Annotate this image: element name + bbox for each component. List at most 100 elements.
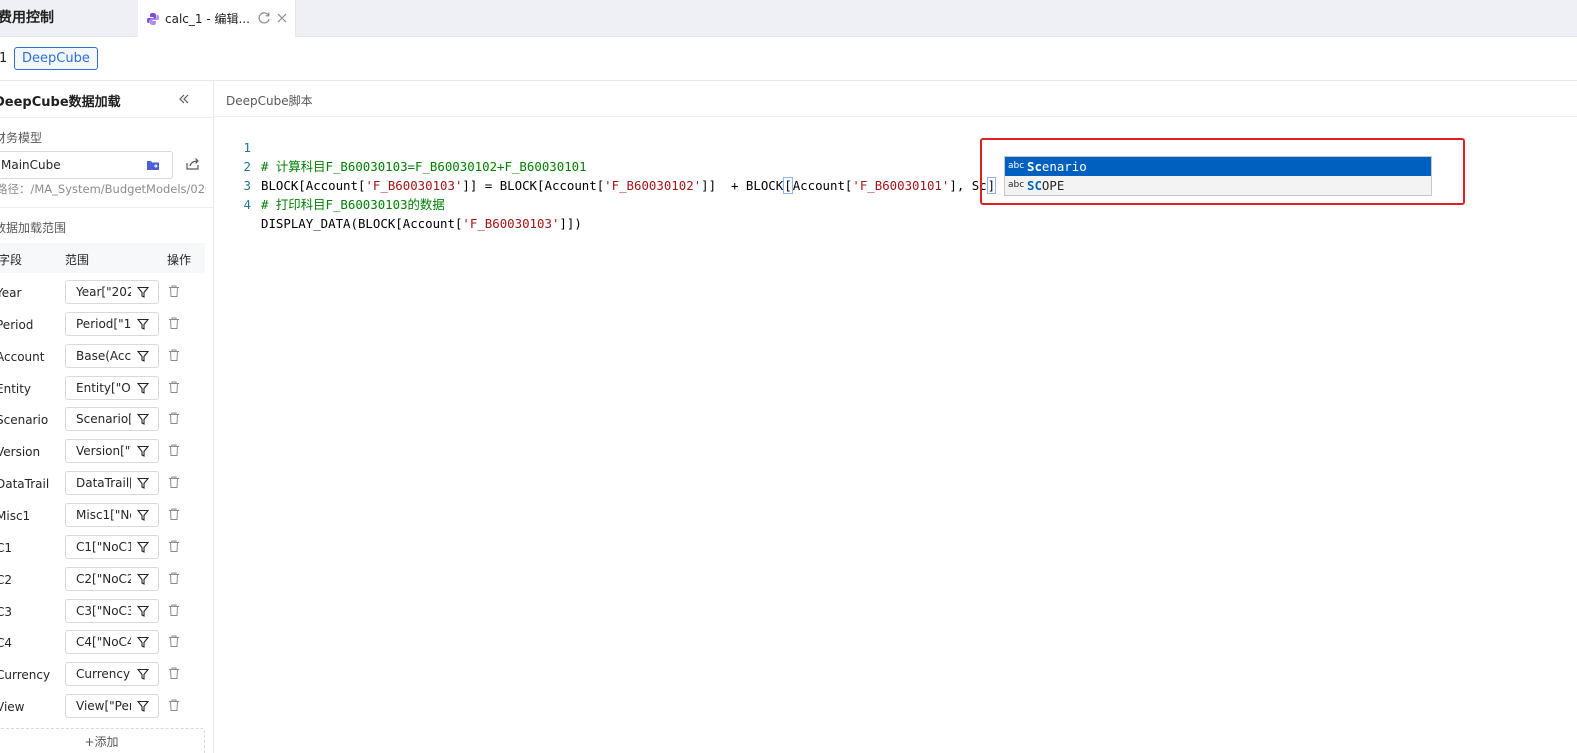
- row-field: Account: [0, 349, 45, 364]
- range-input[interactable]: C4["NoC4"]: [65, 630, 159, 655]
- delete-icon[interactable]: [167, 316, 181, 330]
- range-input[interactable]: DataTrail[": [65, 471, 159, 496]
- delete-icon[interactable]: [167, 348, 181, 362]
- range-value: DataTrail[": [76, 476, 131, 491]
- range-value: View["Periodic"]: [76, 699, 131, 714]
- range-input[interactable]: Misc1["NoMisc"]: [65, 502, 159, 527]
- range-value: Year["2025"]: [76, 285, 131, 299]
- range-input[interactable]: Version["V: [65, 439, 159, 464]
- range-value: C1["NoC1"]: [76, 539, 131, 554]
- range-input[interactable]: Currency[": [65, 662, 159, 687]
- top-tab-bar: 费用控制 calc_1 - 编辑...: [0, 0, 1577, 37]
- table-row: C1 C1["NoC1"]: [0, 532, 205, 564]
- filter-icon[interactable]: [136, 285, 150, 299]
- delete-icon[interactable]: [167, 475, 181, 489]
- delete-icon[interactable]: [167, 507, 181, 521]
- row-field: DataTrail: [0, 477, 50, 492]
- filter-icon[interactable]: [136, 349, 150, 363]
- range-value: C2["NoC2"]: [76, 571, 131, 586]
- panel-title: DeepCube数据加载: [0, 95, 121, 110]
- range-input[interactable]: C3["NoC3"]: [65, 598, 159, 623]
- range-value: Misc1["NoMisc"]: [76, 507, 131, 522]
- delete-icon[interactable]: [167, 411, 181, 425]
- range-input[interactable]: C1["NoC1"]: [65, 534, 159, 559]
- filter-icon[interactable]: [136, 476, 150, 490]
- filter-icon[interactable]: [136, 667, 150, 681]
- code-line[interactable]: 1 # 计算科目F_B60030103=F_B60030102+F_B60030…: [214, 119, 1577, 174]
- scope-label: 数据加载范围: [0, 221, 67, 235]
- row-field: View: [0, 700, 25, 715]
- filter-icon[interactable]: [136, 540, 150, 554]
- range-value: Entity["Org"]: [76, 380, 131, 395]
- delete-icon[interactable]: [167, 380, 181, 394]
- delete-icon[interactable]: [167, 634, 181, 648]
- delete-icon[interactable]: [167, 698, 181, 712]
- tab-calc-1[interactable]: calc_1 - 编辑...: [138, 0, 296, 37]
- table-row: Account Base(Account): [0, 341, 205, 373]
- deepcube-tag[interactable]: DeepCube: [14, 47, 98, 70]
- delete-icon[interactable]: [167, 443, 181, 457]
- col-range: 范围: [65, 253, 90, 267]
- row-field: Currency: [0, 668, 51, 683]
- filter-icon[interactable]: [136, 317, 150, 331]
- close-icon[interactable]: [274, 10, 290, 26]
- table-row: C4 C4["NoC4"]: [0, 627, 205, 659]
- code-editor[interactable]: 1 # 计算科目F_B60030103=F_B60030102+F_B60030…: [214, 117, 1577, 753]
- col-field: 字段: [0, 253, 23, 267]
- row-field: C3: [0, 604, 13, 619]
- col-action: 操作: [167, 253, 192, 267]
- filter-icon[interactable]: [136, 635, 150, 649]
- row-field: C2: [0, 572, 13, 587]
- range-input[interactable]: C2["NoC2"]: [65, 566, 159, 591]
- tab-label: calc_1 - 编辑...: [165, 12, 249, 26]
- add-button[interactable]: +添加: [0, 728, 205, 753]
- row-field: Scenario: [0, 413, 49, 428]
- model-select[interactable]: MainCube: [0, 151, 173, 179]
- range-input[interactable]: Period["1"]: [65, 311, 159, 336]
- table-row: Misc1 Misc1["NoMisc"]: [0, 500, 205, 532]
- breadcrumb-index: 1: [0, 51, 8, 66]
- filter-icon[interactable]: [136, 604, 150, 618]
- editor-title: DeepCube脚本: [226, 94, 313, 108]
- data-load-panel: DeepCube数据加载 财务模型 MainCube 路径：/MA_System…: [0, 81, 214, 753]
- table-row: C2 C2["NoC2"]: [0, 564, 205, 596]
- delete-icon[interactable]: [167, 284, 181, 298]
- delete-icon[interactable]: [167, 603, 181, 617]
- delete-icon[interactable]: [167, 539, 181, 553]
- range-value: C4["NoC4"]: [76, 635, 131, 650]
- highlight-annotation: [980, 138, 1465, 205]
- row-field: Year: [0, 286, 22, 300]
- filter-icon[interactable]: [136, 444, 150, 458]
- share-icon[interactable]: [185, 156, 201, 172]
- delete-icon[interactable]: [167, 666, 181, 680]
- filter-icon[interactable]: [136, 699, 150, 713]
- model-value: MainCube: [1, 158, 61, 172]
- table-row: Scenario Scenario[": [0, 404, 205, 436]
- filter-icon[interactable]: [136, 572, 150, 586]
- row-field: Misc1: [0, 508, 31, 523]
- app-title: 费用控制: [0, 10, 54, 26]
- range-input[interactable]: Base(Account): [65, 343, 159, 368]
- table-row: C3 C3["NoC3"]: [0, 596, 205, 628]
- filter-icon[interactable]: [136, 412, 150, 426]
- python-icon: [147, 12, 159, 25]
- table-row: Period Period["1"]: [0, 309, 205, 341]
- delete-icon[interactable]: [167, 571, 181, 585]
- range-input[interactable]: View["Periodic"]: [65, 694, 159, 719]
- row-field: C4: [0, 636, 13, 651]
- range-input[interactable]: Entity["Org"]: [65, 375, 159, 400]
- refresh-icon[interactable]: [256, 10, 272, 26]
- range-value: Base(Account): [76, 348, 131, 363]
- range-value: Scenario[": [76, 412, 131, 427]
- scope-table-header: 字段 范围 操作: [0, 243, 205, 273]
- collapse-icon[interactable]: [175, 90, 193, 108]
- filter-icon[interactable]: [136, 381, 150, 395]
- range-input[interactable]: Year["2025"]: [65, 280, 159, 304]
- folder-icon[interactable]: [146, 158, 160, 172]
- range-input[interactable]: Scenario[": [65, 407, 159, 432]
- range-value: Version["V: [76, 444, 131, 459]
- breadcrumb: 1 DeepCube: [0, 37, 1577, 81]
- table-row: Entity Entity["Org"]: [0, 373, 205, 405]
- filter-icon[interactable]: [136, 508, 150, 522]
- row-field: C1: [0, 540, 13, 555]
